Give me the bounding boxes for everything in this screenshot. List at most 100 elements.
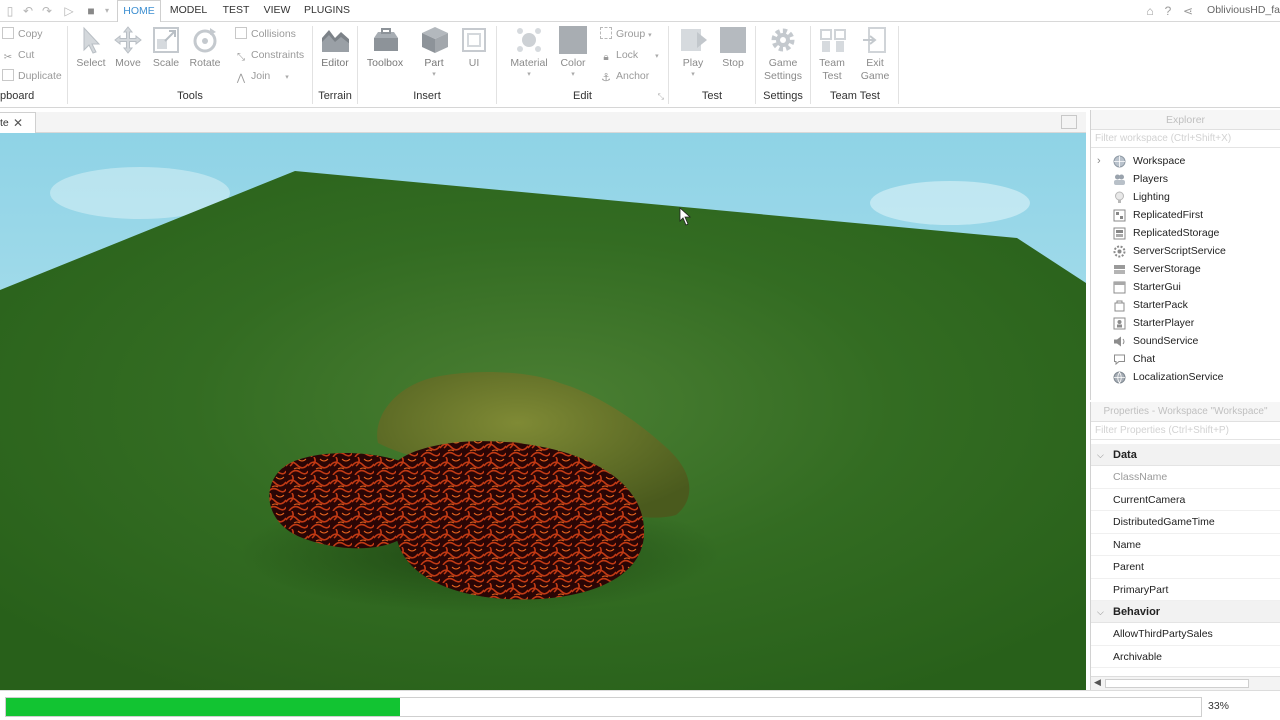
- tree-item-replicatedstorage[interactable]: ReplicatedStorage: [1091, 224, 1280, 242]
- play-button[interactable]: Play ▾: [673, 26, 713, 78]
- property-row-primarypart[interactable]: PrimaryPart: [1091, 579, 1280, 601]
- tree-item-lighting[interactable]: Lighting: [1091, 188, 1280, 206]
- tree-item-chat[interactable]: Chat: [1091, 350, 1280, 368]
- color-button[interactable]: Color ▾: [553, 26, 593, 78]
- property-category-data[interactable]: ⌵ Data: [1091, 444, 1280, 466]
- duplicate-icon: [2, 69, 14, 81]
- redo-icon[interactable]: ↷: [40, 4, 54, 18]
- property-row-parent[interactable]: Parent: [1091, 556, 1280, 579]
- chat-bubble-icon: [1114, 354, 1125, 366]
- tab-home[interactable]: HOME: [117, 0, 161, 23]
- workspace-globe-icon: [1113, 155, 1126, 168]
- exit-game-button[interactable]: Exit Game: [855, 26, 895, 83]
- speaker-icon: [1114, 336, 1125, 347]
- collapse-arrow-icon[interactable]: ⌵: [1097, 601, 1104, 623]
- 3d-viewport[interactable]: [0, 133, 1086, 690]
- constraints-toggle[interactable]: ⤡ Constraints: [235, 47, 304, 63]
- server-script-service-icon: [1113, 245, 1126, 258]
- scrollbar-thumb[interactable]: [1105, 679, 1249, 688]
- test-group-label: Test: [701, 90, 723, 102]
- rotate-button[interactable]: Rotate: [185, 26, 225, 70]
- terrain-group: Editor Terrain: [313, 22, 357, 108]
- collisions-toggle[interactable]: Collisions: [235, 26, 296, 42]
- copy-button[interactable]: Copy: [2, 26, 43, 42]
- property-row-allowthirdpartysales[interactable]: AllowThirdPartySales: [1091, 623, 1280, 646]
- group-chevron-icon: ▾: [648, 32, 652, 39]
- collisions-icon: [235, 27, 247, 39]
- tree-item-soundservice[interactable]: SoundService: [1091, 332, 1280, 350]
- edit-group: Material ▾ Color ▾ Group ▾ 🔒︎ Lock ▾ ⚓︎ An…: [497, 22, 668, 108]
- properties-filter-input[interactable]: Filter Properties (Ctrl+Shift+P): [1091, 422, 1280, 440]
- tree-item-serverstorage[interactable]: ServerStorage: [1091, 260, 1280, 278]
- help-icon[interactable]: ?: [1161, 4, 1175, 18]
- terrain-mountain-icon: [321, 26, 349, 54]
- join-dropdown[interactable]: ⋀ Join ▾: [235, 68, 289, 84]
- collapse-arrow-icon[interactable]: ⌵: [1097, 444, 1104, 466]
- scale-button[interactable]: Scale: [146, 26, 186, 70]
- property-row-distributedgametime[interactable]: DistributedGameTime: [1091, 511, 1280, 534]
- place-document-tab[interactable]: te ✕: [0, 112, 36, 133]
- duplicate-button[interactable]: Duplicate: [2, 68, 62, 84]
- new-file-icon[interactable]: ▯: [3, 4, 17, 18]
- starter-gui-icon: [1113, 281, 1126, 294]
- move-button[interactable]: Move: [108, 26, 148, 70]
- team-test-button[interactable]: Team Test: [812, 26, 852, 83]
- close-icon[interactable]: ✕: [13, 113, 23, 133]
- ui-button[interactable]: UI: [454, 26, 494, 70]
- tab-view[interactable]: VIEW: [260, 0, 294, 22]
- lock-dropdown[interactable]: 🔒︎ Lock ▾: [600, 47, 658, 63]
- starter-pack-icon: [1114, 300, 1125, 312]
- property-row-name[interactable]: Name: [1091, 534, 1280, 556]
- tree-item-replicatedfirst[interactable]: ReplicatedFirst: [1091, 206, 1280, 224]
- tree-item-localizationservice[interactable]: LocalizationService: [1091, 368, 1280, 386]
- settings-group-label: Settings: [763, 90, 803, 102]
- game-settings-button[interactable]: Game Settings: [763, 26, 803, 83]
- group-dropdown[interactable]: Group ▾: [600, 26, 652, 42]
- part-cube-icon: [420, 26, 448, 54]
- tree-item-startergui[interactable]: StarterGui: [1091, 278, 1280, 296]
- property-row-currentcamera[interactable]: CurrentCamera: [1091, 489, 1280, 511]
- stop-quick-icon[interactable]: ■: [84, 4, 98, 18]
- properties-horizontal-scrollbar[interactable]: ◀: [1091, 676, 1280, 690]
- cut-icon: ✂: [3, 52, 13, 63]
- tab-test[interactable]: TEST: [218, 0, 254, 22]
- material-button[interactable]: Material ▾: [509, 26, 549, 78]
- property-row-archivable[interactable]: Archivable: [1091, 646, 1280, 668]
- gear-icon: [769, 26, 797, 54]
- restore-window-icon[interactable]: [1061, 115, 1077, 129]
- cut-button[interactable]: ✂ Cut: [2, 47, 35, 63]
- stop-button[interactable]: Stop: [713, 26, 753, 70]
- quick-access-dropdown-icon[interactable]: ▾: [100, 4, 114, 18]
- anchor-button[interactable]: ⚓︎ Anchor: [600, 68, 649, 84]
- color-swatch-icon: [559, 26, 587, 54]
- tree-item-players[interactable]: Players: [1091, 170, 1280, 188]
- progress-bar: [5, 697, 1202, 717]
- undo-icon[interactable]: ↶: [21, 4, 35, 18]
- part-button[interactable]: Part ▾: [414, 26, 454, 78]
- username[interactable]: ObliviousHD_fa: [1207, 4, 1280, 16]
- expand-arrow-icon[interactable]: ›: [1097, 152, 1101, 170]
- property-row-classname[interactable]: ClassName: [1091, 466, 1280, 489]
- share-icon[interactable]: ⋖: [1181, 4, 1195, 18]
- scroll-left-icon[interactable]: ◀: [1094, 677, 1101, 688]
- exit-door-icon: [861, 26, 889, 54]
- play-quick-icon[interactable]: ▷: [62, 4, 76, 18]
- tree-item-starterplayer[interactable]: StarterPlayer: [1091, 314, 1280, 332]
- explorer-title: Explorer: [1091, 110, 1280, 130]
- move-arrows-icon: [114, 26, 142, 54]
- tab-model[interactable]: MODEL: [166, 0, 211, 22]
- copy-icon: [2, 27, 14, 39]
- tree-item-workspace[interactable]: › Workspace: [1091, 152, 1280, 170]
- material-icon: [515, 26, 543, 54]
- edit-expand-icon[interactable]: ⤡: [658, 92, 664, 102]
- tree-item-starterpack[interactable]: StarterPack: [1091, 296, 1280, 314]
- property-category-behavior[interactable]: ⌵ Behavior: [1091, 601, 1280, 623]
- terrain-editor-button[interactable]: Editor: [315, 26, 355, 70]
- select-button[interactable]: Select: [71, 26, 111, 70]
- explorer-filter-input[interactable]: Filter workspace (Ctrl+Shift+X): [1091, 130, 1280, 148]
- tab-plugins[interactable]: PLUGINS: [302, 0, 352, 22]
- tree-item-serverscriptservice[interactable]: ServerScriptService: [1091, 242, 1280, 260]
- home-icon[interactable]: ⌂: [1143, 4, 1157, 18]
- players-icon: [1114, 174, 1125, 185]
- toolbox-button[interactable]: Toolbox: [365, 26, 405, 70]
